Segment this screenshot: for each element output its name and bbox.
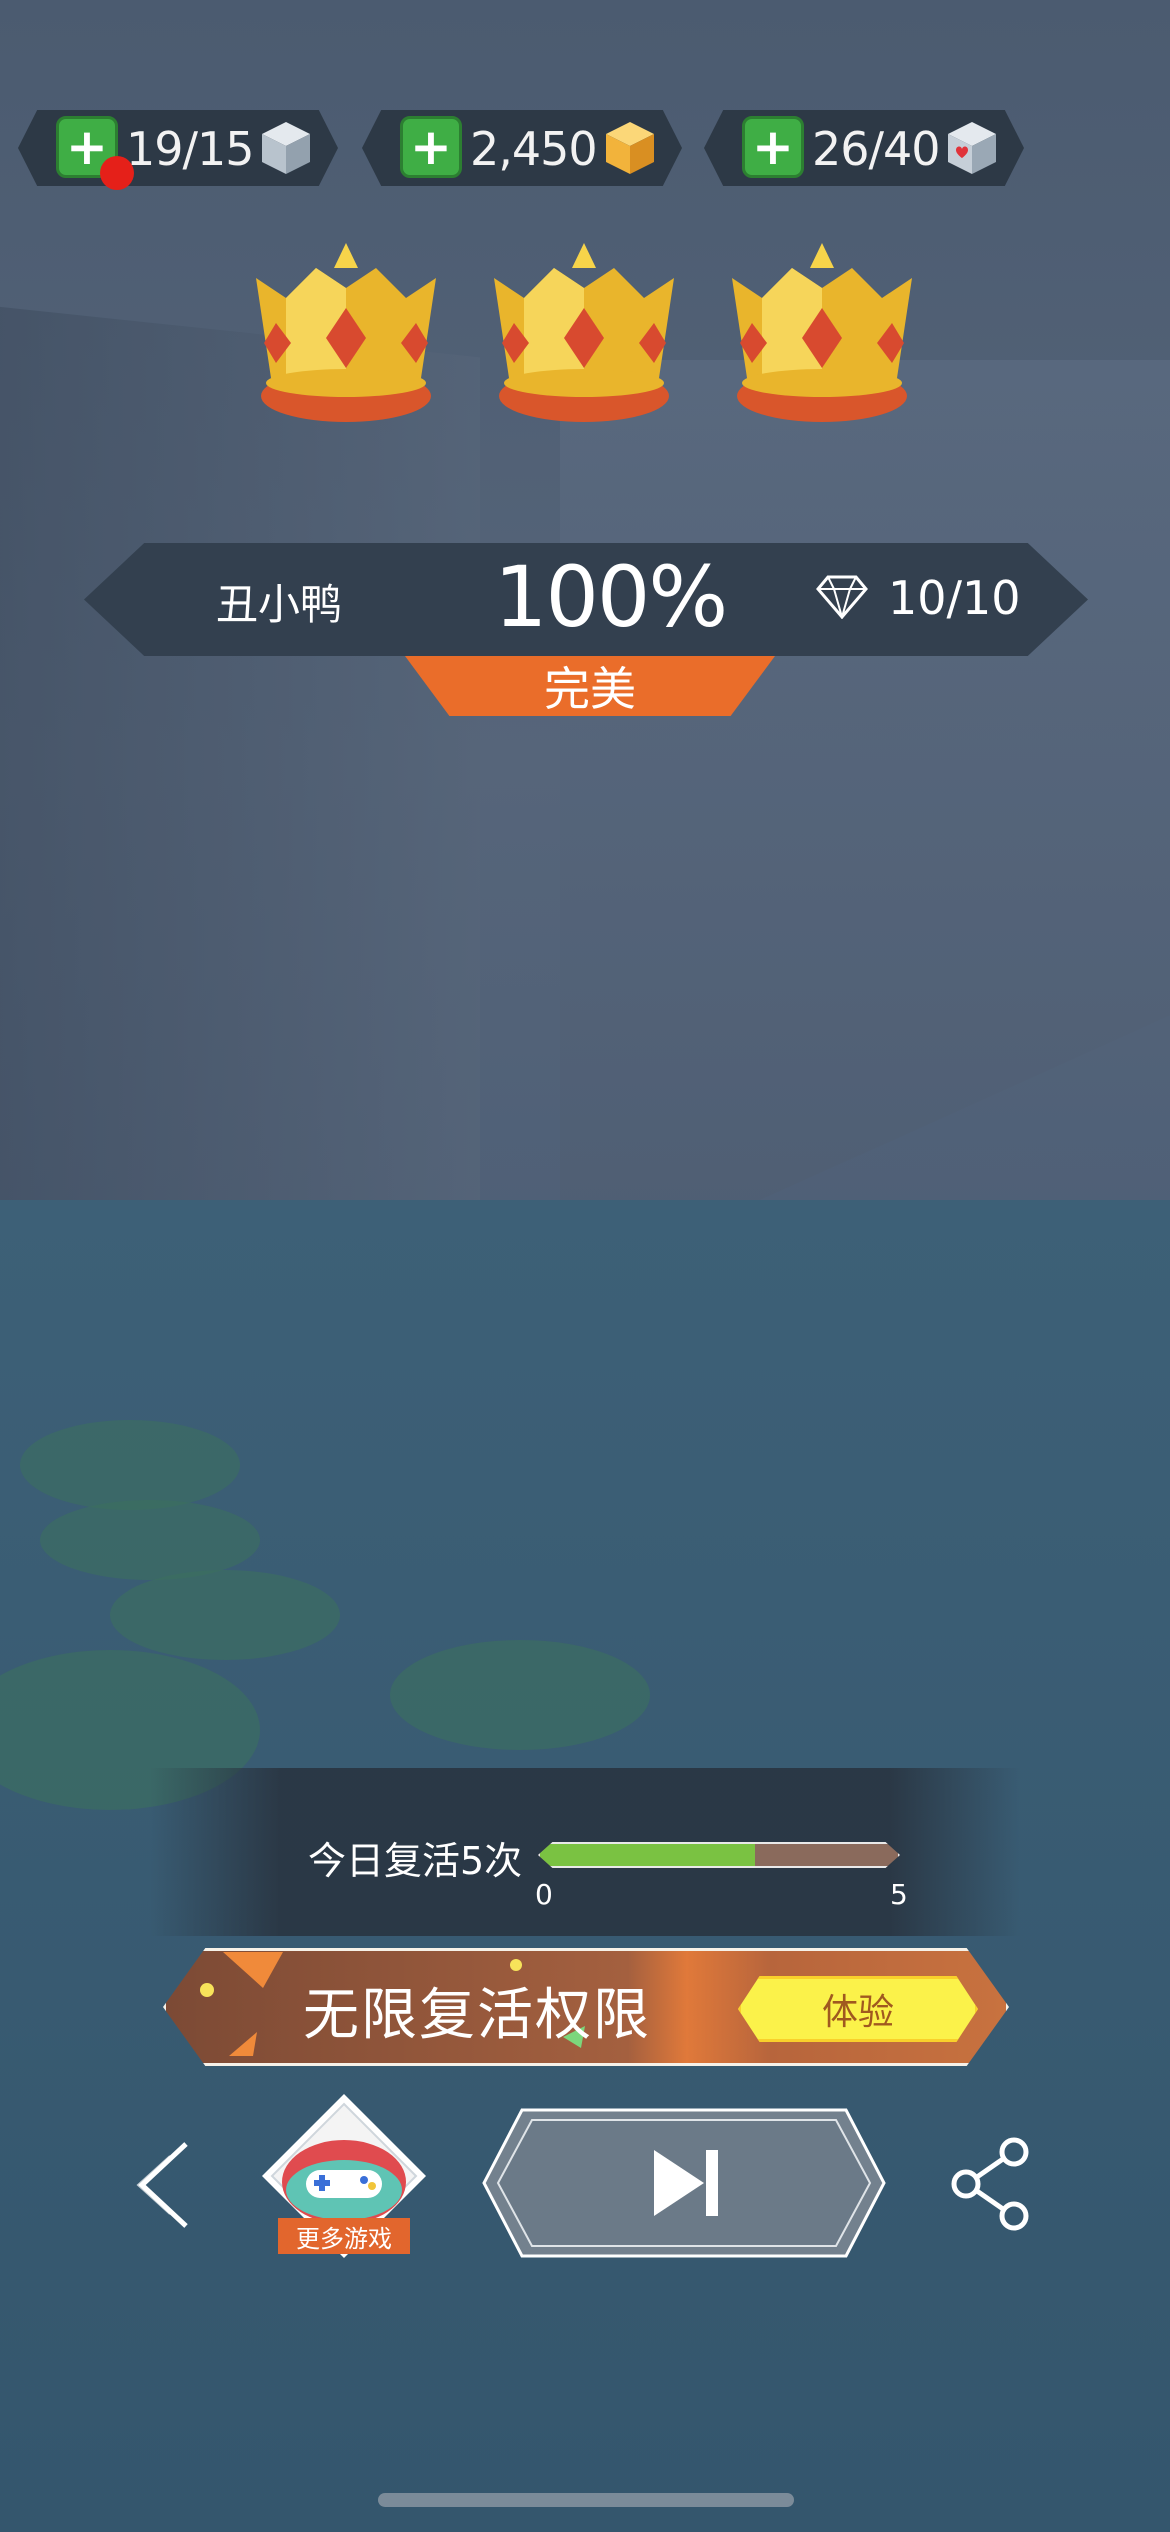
diamond-icon: [816, 575, 868, 619]
try-button[interactable]: 体验: [738, 1976, 978, 2042]
resource-gold[interactable]: + 2,450: [362, 110, 682, 186]
heart-cube-icon: [948, 122, 996, 174]
plus-icon[interactable]: +: [400, 116, 462, 178]
more-games-button[interactable]: 更多游戏: [256, 2090, 432, 2270]
revive-min: 0: [535, 1878, 553, 1911]
crown-icon: [256, 243, 436, 422]
revive-max: 5: [890, 1878, 908, 1911]
decor-triangle-icon: [223, 1952, 283, 1988]
resource-ice[interactable]: + 19/15: [18, 110, 338, 190]
next-level-button[interactable]: [482, 2108, 886, 2258]
share-icon[interactable]: [948, 2134, 1038, 2234]
revive-panel: 今日复活5次 0 5: [150, 1768, 1020, 1936]
background-wall: [560, 360, 1170, 1290]
revive-label: 今日复活5次: [308, 1839, 523, 1883]
crown-icon: [732, 243, 912, 422]
resource-value: 19/15: [126, 122, 255, 176]
gems-count: 10/10: [888, 571, 1021, 625]
resource-heart[interactable]: + 26/40: [704, 110, 1024, 186]
lily-pad: [390, 1640, 650, 1750]
decor-triangle-icon: [229, 2032, 257, 2056]
home-indicator[interactable]: [378, 2493, 794, 2507]
back-chevron-icon[interactable]: [130, 2140, 200, 2230]
lily-pad: [40, 1500, 260, 1580]
resource-value: 26/40: [812, 122, 941, 176]
resource-value: 2,450: [470, 122, 598, 176]
ice-cube-icon: [262, 122, 310, 174]
result-banner: 丑小鸭 100% 10/10: [84, 543, 1088, 656]
plus-icon[interactable]: +: [742, 116, 804, 178]
decor-dot-icon: [200, 1983, 214, 1997]
unlimited-revive-promo[interactable]: 无限复活权限 体验: [163, 1948, 1009, 2066]
level-name: 丑小鸭: [216, 580, 343, 629]
more-games-label: 更多游戏: [278, 2218, 410, 2254]
grade-label: 完美: [405, 656, 775, 716]
revive-progress-bar: [538, 1842, 900, 1868]
crown-icon: [494, 243, 674, 422]
promo-title: 无限复活权限: [303, 1983, 651, 2048]
completion-percent: 100%: [494, 548, 728, 646]
revive-progress-fill: [540, 1844, 755, 1866]
lily-pad: [110, 1570, 340, 1660]
gold-cube-icon: [606, 122, 654, 174]
lily-pad: [20, 1420, 240, 1510]
